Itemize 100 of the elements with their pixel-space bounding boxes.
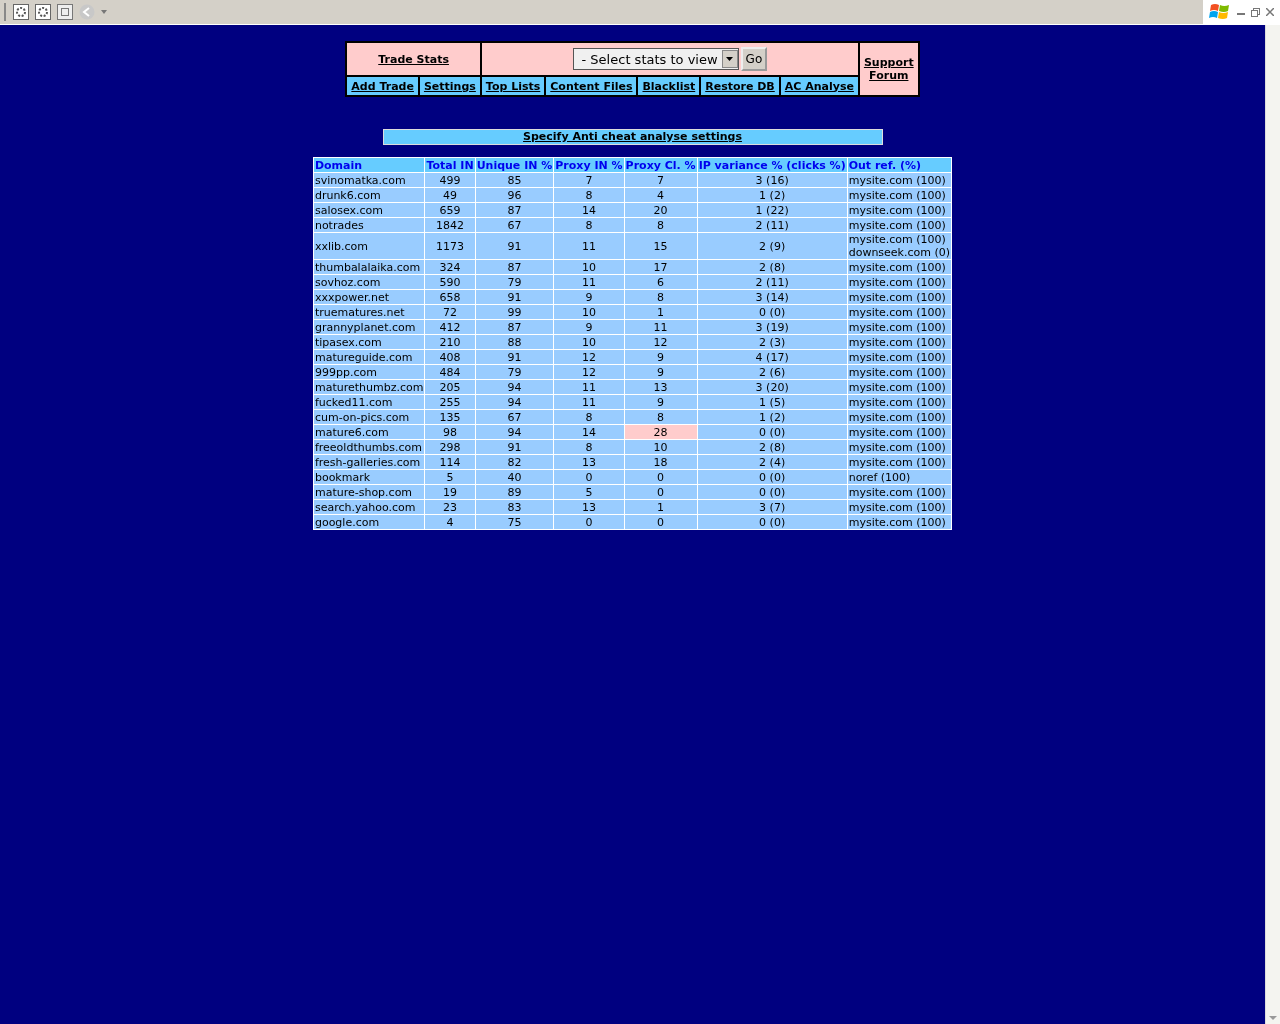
restore-icon[interactable]: [1251, 7, 1260, 17]
ip-variance-cell: 0 (0): [697, 425, 847, 439]
total-in-cell: 412: [425, 320, 475, 334]
total-in-cell: 590: [425, 275, 475, 289]
domain-cell: google.com: [313, 515, 425, 529]
unique-in-cell: 94: [475, 395, 554, 409]
proxy-in-cell: 11: [554, 380, 624, 394]
total-in-cell: 19: [425, 485, 475, 499]
domain-cell: drunk6.com: [313, 188, 425, 202]
domain-cell: grannyplanet.com: [313, 320, 425, 334]
ip-variance-cell: 2 (3): [697, 335, 847, 349]
unique-in-cell: 89: [475, 485, 554, 499]
go-button[interactable]: Go: [740, 47, 768, 71]
out-ref-text: mysite.com (100): [848, 260, 947, 274]
proxy-cl-cell: 9: [624, 395, 697, 409]
out-ref-text: downseek.com (0): [848, 246, 951, 259]
unique-in-cell: 85: [475, 173, 554, 187]
total-in-cell: 324: [425, 260, 475, 274]
ip-variance-cell: 2 (11): [697, 275, 847, 289]
out-ref-text: mysite.com (100): [848, 380, 947, 394]
unique-in-cell: 94: [475, 425, 554, 439]
ip-variance-cell: 0 (0): [697, 485, 847, 499]
out-ref-text: mysite.com (100): [848, 305, 947, 319]
proxy-in-cell: 8: [554, 410, 624, 424]
total-in-cell: 658: [425, 290, 475, 304]
domain-cell: xxxpower.net: [313, 290, 425, 304]
proxy-cl-cell: 20: [624, 203, 697, 217]
total-in-cell: 98: [425, 425, 475, 439]
proxy-cl-cell: 7: [624, 173, 697, 187]
close-icon[interactable]: [1266, 8, 1274, 16]
proxy-in-cell: 9: [554, 290, 624, 304]
proxy-in-cell: 10: [554, 305, 624, 319]
column-header: Total IN: [425, 158, 475, 172]
unique-in-cell: 67: [475, 218, 554, 232]
square-icon[interactable]: [57, 4, 73, 20]
unique-in-cell: 88: [475, 335, 554, 349]
domain-cell: maturethumbz.com: [313, 380, 425, 394]
proxy-cl-cell: 1: [624, 500, 697, 514]
domain-cell: search.yahoo.com: [313, 500, 425, 514]
proxy-in-cell: 11: [554, 275, 624, 289]
column-header: Proxy IN %: [554, 158, 624, 172]
out-ref-text: mysite.com (100): [848, 395, 947, 409]
anti-cheat-settings-link[interactable]: Specify Anti cheat analyse settings: [523, 130, 742, 143]
unique-in-cell: 96: [475, 188, 554, 202]
unique-in-cell: 83: [475, 500, 554, 514]
out-ref-text: mysite.com (100): [848, 233, 947, 246]
total-in-cell: 135: [425, 410, 475, 424]
proxy-cl-cell: 6: [624, 275, 697, 289]
out-ref-text: mysite.com (100): [848, 425, 947, 439]
domain-cell: fresh-galleries.com: [313, 455, 425, 469]
column-header: Proxy Cl. %: [624, 158, 697, 172]
out-ref-text: mysite.com (100): [848, 203, 947, 217]
domain-cell: truematures.net: [313, 305, 425, 319]
domain-cell: mature6.com: [313, 425, 425, 439]
out-ref-text: mysite.com (100): [848, 320, 947, 334]
ip-variance-cell: 3 (20): [697, 380, 847, 394]
unique-in-cell: 94: [475, 380, 554, 394]
unique-in-cell: 87: [475, 320, 554, 334]
ip-variance-cell: 4 (17): [697, 350, 847, 364]
proxy-cl-cell: 4: [624, 188, 697, 202]
proxy-cl-cell: 10: [624, 440, 697, 454]
proxy-in-cell: 5: [554, 485, 624, 499]
stats-select[interactable]: - Select stats to view: [572, 48, 739, 70]
ip-variance-cell: 2 (8): [697, 260, 847, 274]
unique-in-cell: 87: [475, 203, 554, 217]
proxy-in-cell: 7: [554, 173, 624, 187]
total-in-cell: 210: [425, 335, 475, 349]
column-header: Domain: [313, 158, 425, 172]
proxy-cl-cell: 15: [624, 233, 697, 259]
proxy-in-cell: 11: [554, 395, 624, 409]
domain-cell: thumbalalaika.com: [313, 260, 425, 274]
unique-in-cell: 79: [475, 275, 554, 289]
proxy-cl-cell: 17: [624, 260, 697, 274]
domain-cell: tipasex.com: [313, 335, 425, 349]
out-ref-text: mysite.com (100): [848, 440, 947, 454]
total-in-cell: 659: [425, 203, 475, 217]
domain-cell: 999pp.com: [313, 365, 425, 379]
out-ref-text: mysite.com (100): [848, 410, 947, 424]
ip-variance-cell: 3 (19): [697, 320, 847, 334]
proxy-in-cell: 12: [554, 350, 624, 364]
proxy-in-cell: 11: [554, 233, 624, 259]
ip-variance-cell: 0 (0): [697, 515, 847, 529]
ip-variance-cell: 2 (9): [697, 233, 847, 259]
caret-icon[interactable]: [101, 10, 107, 14]
ip-variance-cell: 1 (5): [697, 395, 847, 409]
total-in-cell: 205: [425, 380, 475, 394]
ip-variance-cell: 2 (8): [697, 440, 847, 454]
ip-variance-cell: 3 (14): [697, 290, 847, 304]
proxy-in-cell: 14: [554, 425, 624, 439]
proxy-cl-cell: 18: [624, 455, 697, 469]
domain-cell: notrades: [313, 218, 425, 232]
total-in-cell: 1173: [425, 233, 475, 259]
domain-cell: matureguide.com: [313, 350, 425, 364]
proxy-cl-cell: 12: [624, 335, 697, 349]
proxy-in-cell: 10: [554, 335, 624, 349]
total-in-cell: 484: [425, 365, 475, 379]
proxy-in-cell: 14: [554, 203, 624, 217]
proxy-cl-cell: 9: [624, 350, 697, 364]
proxy-cl-cell: 9: [624, 365, 697, 379]
domain-cell: xxlib.com: [313, 233, 425, 259]
